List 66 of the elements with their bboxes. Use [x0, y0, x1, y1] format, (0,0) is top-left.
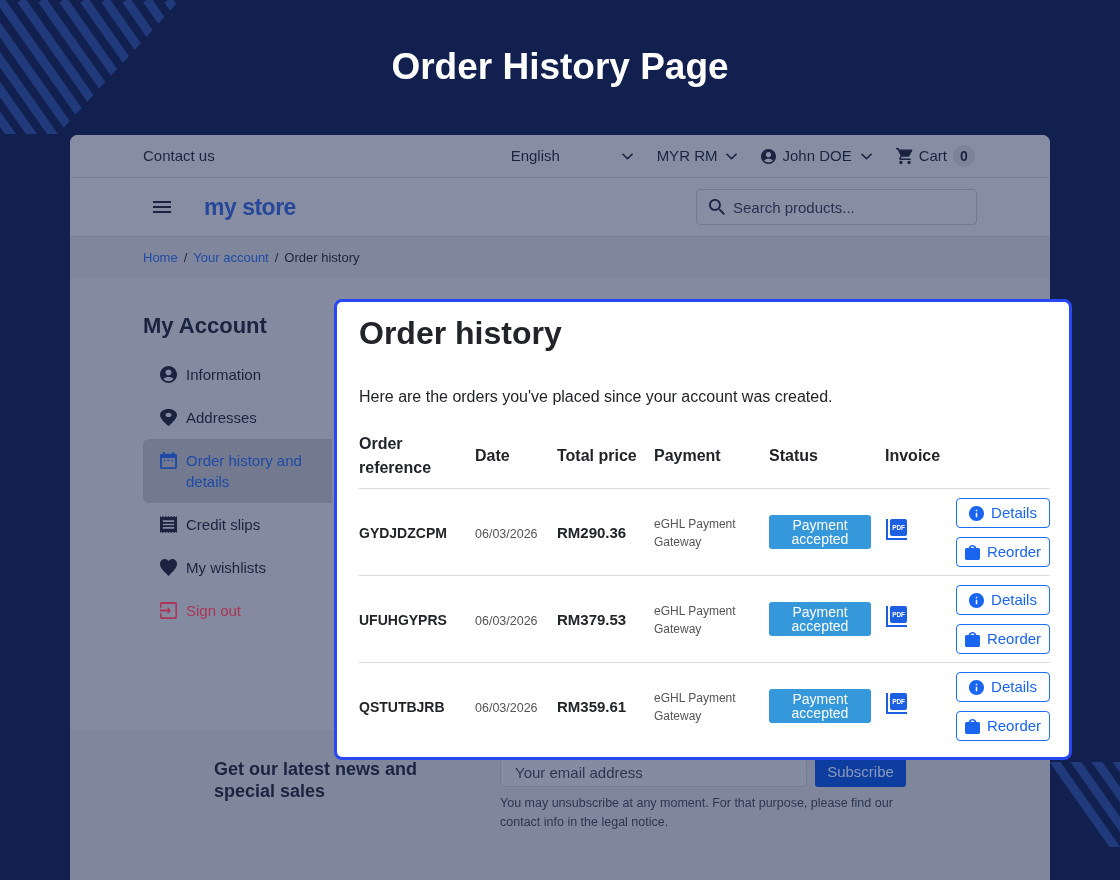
column-header: Status [769, 432, 885, 489]
chevron-down-icon [726, 152, 738, 160]
newsletter-heading: Get our latest news and special sales [214, 758, 419, 802]
order-total: RM379.53 [557, 610, 627, 628]
cart-icon [895, 148, 914, 164]
order-date: 06/03/2026 [475, 700, 538, 715]
page-title: Order History Page [391, 47, 729, 88]
order-date: 06/03/2026 [475, 613, 538, 628]
shopping-bag-icon [964, 544, 980, 560]
breadcrumb-separator: / [183, 248, 188, 267]
sidebar-item[interactable]: Credit slips [143, 503, 332, 546]
cart-link[interactable]: Cart 0 [895, 144, 975, 168]
currency-dropdown[interactable]: MYR RM [656, 144, 738, 168]
account-dropdown[interactable]: John DOE [761, 144, 872, 168]
details-button[interactable]: Details [956, 585, 1050, 615]
search-field[interactable]: Search products... [696, 189, 977, 225]
info-icon [969, 679, 985, 695]
breadcrumb-separator: / [274, 248, 279, 267]
subscribe-button[interactable]: Subscribe [815, 758, 906, 787]
order-total: RM359.61 [557, 697, 627, 715]
info-icon [969, 592, 985, 608]
status-badge: Payment accepted [769, 688, 871, 723]
search-icon [709, 199, 725, 215]
column-header: Payment [654, 432, 769, 489]
payment-method: eGHL Payment Gateway [654, 602, 737, 638]
status-badge: Payment accepted [769, 514, 871, 549]
order-date: 06/03/2026 [475, 526, 538, 541]
column-header: Invoice [885, 432, 956, 489]
sidebar-item[interactable]: Information [143, 353, 332, 396]
heart-icon [160, 559, 177, 576]
contact-link[interactable]: Contact us [143, 144, 215, 168]
reorder-button[interactable]: Reorder [956, 624, 1050, 654]
shopping-bag-icon [964, 631, 980, 647]
language-dropdown[interactable]: English [510, 144, 633, 168]
sidebar-item[interactable]: My wishlists [143, 546, 332, 589]
store-logo[interactable]: my store [204, 189, 296, 225]
calendar-icon [160, 452, 177, 469]
order-reference: UFUHGYPRS [359, 611, 447, 628]
chevron-down-icon [860, 152, 872, 160]
breadcrumb-current: Order history [284, 248, 360, 267]
details-button[interactable]: Details [956, 672, 1050, 702]
column-header: Order reference [359, 432, 475, 489]
logout-icon [160, 602, 177, 619]
reorder-button[interactable]: Reorder [956, 711, 1050, 741]
dialog-title: Order history [359, 314, 563, 352]
order-total: RM290.36 [557, 523, 627, 541]
info-icon [969, 505, 985, 521]
reorder-button[interactable]: Reorder [956, 537, 1050, 567]
receipt-icon [160, 516, 177, 533]
order-reference: QSTUTBJRB [359, 698, 445, 715]
chevron-down-icon [621, 152, 633, 160]
payment-method: eGHL Payment Gateway [654, 515, 737, 551]
column-header: Total price [557, 432, 654, 489]
map-pin-icon [160, 409, 177, 426]
intro-text: Here are the orders you've placed since your account was created. [359, 387, 834, 407]
details-button[interactable]: Details [956, 498, 1050, 528]
shopping-bag-icon [964, 718, 980, 734]
newsletter-note: You may unsubscribe at any moment. For that purpose, please find our contact info in the legal notice. [500, 795, 894, 831]
column-header: Date [475, 432, 557, 489]
email-field[interactable]: Your email address [500, 758, 807, 787]
payment-method: eGHL Payment Gateway [654, 689, 737, 725]
sidebar-item[interactable]: Addresses [143, 396, 332, 439]
menu-icon[interactable] [153, 201, 171, 213]
cart-count-badge: 0 [953, 145, 975, 167]
status-badge: Payment accepted [769, 601, 871, 636]
order-reference: GYDJDZCPM [359, 524, 447, 541]
